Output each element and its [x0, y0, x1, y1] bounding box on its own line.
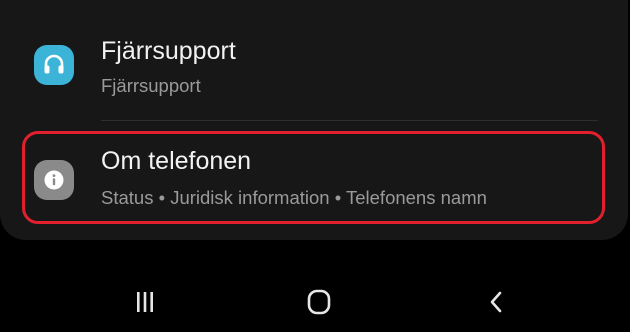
recents-button[interactable] [115, 280, 175, 324]
settings-item-title: Om telefonen [101, 147, 252, 175]
back-icon [490, 291, 502, 313]
home-button[interactable] [289, 280, 349, 324]
info-icon [34, 160, 74, 200]
settings-item-subtitle: Status • Juridisk information • Telefone… [101, 187, 487, 208]
settings-card: Fjärrsupport Fjärrsupport Om telefonen S… [0, 0, 628, 240]
headset-icon [34, 45, 74, 85]
home-icon [307, 289, 331, 315]
navigation-bar [0, 270, 630, 332]
settings-item-subtitle: Fjärrsupport [101, 75, 201, 96]
settings-item-about-phone[interactable]: Om telefonen Status • Juridisk informati… [0, 134, 628, 228]
recents-icon [137, 292, 153, 312]
divider [101, 120, 598, 121]
settings-item-title: Fjärrsupport [101, 37, 236, 65]
settings-item-remote-support[interactable]: Fjärrsupport Fjärrsupport [0, 22, 628, 108]
back-button[interactable] [466, 280, 526, 324]
